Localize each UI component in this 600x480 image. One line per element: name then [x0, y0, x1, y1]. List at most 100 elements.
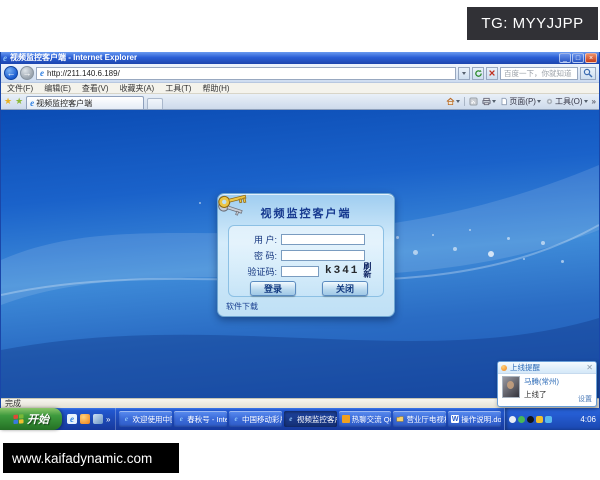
- captcha-code: k341: [325, 266, 359, 277]
- captcha-refresh-button[interactable]: 刷新: [363, 263, 377, 279]
- address-bar-row: ← → e http://211.140.6.189/: [1, 64, 599, 83]
- user-row: 用 户:: [241, 233, 377, 245]
- username-input[interactable]: [281, 234, 365, 245]
- task-welcome-china[interactable]: e 欢迎使用中国...: [119, 411, 172, 427]
- start-label: 开始: [27, 411, 49, 427]
- status-text: 完成: [5, 400, 21, 408]
- window-controls: _ □ ×: [559, 53, 597, 63]
- ie-task-icon: e: [122, 415, 130, 423]
- quick-launch: e »: [62, 408, 116, 430]
- password-input[interactable]: [281, 250, 365, 261]
- ie-task-icon: e: [177, 415, 185, 423]
- command-bar-overflow[interactable]: »: [592, 97, 596, 106]
- menu-tools[interactable]: 工具(T): [165, 83, 191, 94]
- task-folder-tv[interactable]: 营业厅电视机播放: [393, 411, 446, 427]
- ie-task-icon: e: [287, 415, 295, 423]
- task-label: 营业厅电视机播放: [406, 414, 446, 425]
- tab-bar: ★ ★ e 视频监控客户端: [1, 94, 599, 110]
- search-input[interactable]: [500, 67, 578, 80]
- gear-icon: [545, 97, 554, 106]
- address-dropdown-button[interactable]: [458, 67, 470, 80]
- contact-status-message: 上线了: [524, 389, 559, 400]
- qq-popup-titlebar: 上线提醒 ✕: [498, 362, 596, 374]
- keys-icon: [214, 188, 256, 220]
- contact-name[interactable]: 马腾(常州): [524, 376, 559, 387]
- tray-network-icon[interactable]: [545, 416, 552, 423]
- password-row: 密 码:: [241, 249, 377, 261]
- home-button[interactable]: [446, 97, 460, 106]
- close-button[interactable]: ×: [585, 53, 597, 63]
- chat-icon: [342, 415, 350, 423]
- task-chat-qq[interactable]: 热聊交流 QQ96: [339, 411, 392, 427]
- refresh-button[interactable]: [472, 67, 484, 80]
- folder-icon: [396, 415, 404, 423]
- add-favorite-icon[interactable]: ★: [15, 97, 23, 106]
- ie-window: e 视频监控客户端 - Internet Explorer _ □ × ← → …: [0, 52, 600, 408]
- system-tray: 4:06: [504, 408, 600, 430]
- command-bar: 页面(P) 工具(O) »: [446, 96, 596, 107]
- task-china-mobile[interactable]: e 中国移动彩片: [229, 411, 282, 427]
- tab-favicon: e: [30, 99, 34, 108]
- software-download-link[interactable]: 软件下载: [226, 301, 258, 312]
- tray-qq-icon[interactable]: [527, 416, 534, 423]
- task-chunqiu[interactable]: e 春秋号 - Inte...: [174, 411, 227, 427]
- tools-menu-button[interactable]: 工具(O): [545, 96, 588, 107]
- address-field[interactable]: e http://211.140.6.189/: [36, 67, 456, 80]
- quicklaunch-overflow-chevron[interactable]: »: [106, 415, 110, 424]
- search-button[interactable]: [580, 67, 596, 80]
- maximize-button[interactable]: □: [572, 53, 584, 63]
- captcha-input[interactable]: [281, 266, 319, 277]
- qq-popup-close-icon[interactable]: ✕: [586, 364, 593, 372]
- task-label: 视频监控客户...: [297, 414, 337, 425]
- login-form: 用 户: 密 码: 验证码: k341 刷新: [228, 225, 384, 297]
- tab-video-client[interactable]: e 视频监控客户端: [26, 96, 144, 109]
- home-icon: [446, 97, 455, 106]
- stop-button[interactable]: [486, 67, 498, 80]
- task-buttons: e 欢迎使用中国... e 春秋号 - Inte... e 中国移动彩片 e 视…: [116, 408, 504, 430]
- refresh-icon: [474, 69, 483, 78]
- qq-settings-link[interactable]: 设置: [578, 394, 592, 404]
- start-button[interactable]: 开始: [0, 408, 62, 430]
- print-button[interactable]: [482, 97, 496, 106]
- task-doc-instructions[interactable]: W 操作说明.doc ...: [448, 411, 501, 427]
- taskbar: 开始 e » e 欢迎使用中国... e 春秋号 - Inte... e: [0, 408, 600, 430]
- title-bar: e 视频监控客户端 - Internet Explorer _ □ ×: [1, 52, 599, 64]
- login-buttons-row: 登录 关闭: [241, 281, 377, 296]
- qq-popup-title: 上线提醒: [510, 362, 540, 373]
- page-icon: [500, 97, 508, 106]
- tray-shield-icon[interactable]: [536, 416, 543, 423]
- contact-avatar: [502, 376, 520, 398]
- task-label: 春秋号 - Inte...: [187, 414, 227, 425]
- minimize-button[interactable]: _: [559, 53, 571, 63]
- rss-icon: [469, 97, 478, 106]
- search-icon: [583, 68, 593, 78]
- tray-status-icon[interactable]: [518, 416, 525, 423]
- password-label: 密 码:: [241, 249, 277, 262]
- quicklaunch-ie-icon[interactable]: e: [67, 414, 77, 424]
- new-tab-stub[interactable]: [147, 98, 163, 109]
- quicklaunch-media-icon[interactable]: [80, 414, 90, 424]
- login-button[interactable]: 登录: [250, 281, 296, 296]
- menu-edit[interactable]: 编辑(E): [44, 83, 71, 94]
- task-video-client[interactable]: e 视频监控客户...: [284, 411, 337, 427]
- user-label: 用 户:: [241, 233, 277, 246]
- address-url: http://211.140.6.189/: [47, 69, 120, 78]
- printer-icon: [482, 97, 491, 106]
- taskbar-clock: 4:06: [580, 415, 596, 424]
- close-form-button[interactable]: 关闭: [322, 281, 368, 296]
- page-menu-button[interactable]: 页面(P): [500, 96, 541, 107]
- ie-page-icon: e: [3, 54, 7, 63]
- menu-help[interactable]: 帮助(H): [202, 83, 229, 94]
- quicklaunch-show-desktop-icon[interactable]: [93, 414, 103, 424]
- page-content: 视频监控客户端 用 户: 密 码: 验证码:: [1, 110, 599, 398]
- windows-flag-icon: [13, 414, 24, 425]
- rss-button[interactable]: [469, 97, 478, 106]
- favorites-star-icon[interactable]: ★: [4, 97, 12, 106]
- login-panel: 视频监控客户端 用 户: 密 码: 验证码:: [217, 193, 395, 317]
- back-button[interactable]: ←: [4, 66, 18, 80]
- tray-volume-icon[interactable]: [509, 416, 516, 423]
- menu-favorites[interactable]: 收藏夹(A): [120, 83, 155, 94]
- menu-file[interactable]: 文件(F): [7, 83, 33, 94]
- menu-view[interactable]: 查看(V): [82, 83, 109, 94]
- forward-button[interactable]: →: [20, 66, 34, 80]
